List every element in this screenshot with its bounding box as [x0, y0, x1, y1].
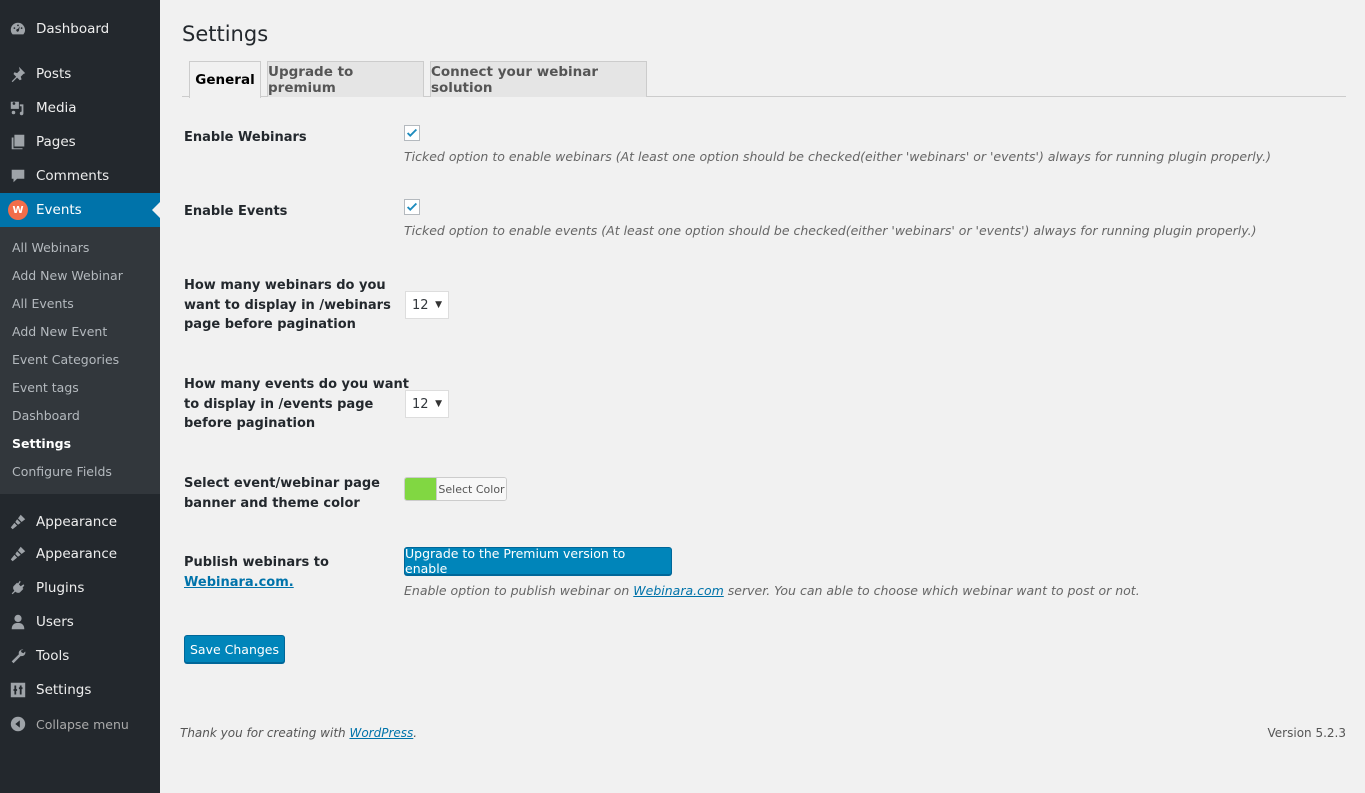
submenu-add-new-webinar[interactable]: Add New Webinar: [12, 268, 123, 283]
page-title: Settings: [182, 22, 269, 46]
submenu-configure-fields[interactable]: Configure Fields: [12, 464, 112, 479]
dropdown-caret-icon: ▼: [435, 399, 442, 409]
menu-item-tools[interactable]: Tools: [0, 639, 160, 673]
menu-item-events[interactable]: W Events: [0, 193, 160, 227]
webinara-description-link[interactable]: Webinara.com: [633, 583, 724, 598]
settings-tabs: General Upgrade to premium Connect your …: [182, 61, 1346, 98]
submenu-event-tags[interactable]: Event tags: [12, 380, 79, 395]
admin-sidebar: Dashboard Posts Media Pages Comments W E…: [0, 0, 160, 793]
comment-icon: [0, 159, 36, 193]
events-logo-icon: W: [0, 193, 36, 227]
enable-events-description: Ticked option to enable events (At least…: [404, 223, 1257, 238]
events-per-page-select[interactable]: 12 ▼: [405, 390, 449, 418]
dashboard-icon: [0, 12, 36, 46]
enable-events-label: Enable Events: [184, 204, 288, 219]
submenu-add-new-event[interactable]: Add New Event: [12, 324, 107, 339]
tab-upgrade-to-premium[interactable]: Upgrade to premium: [267, 61, 424, 97]
enable-webinars-checkbox[interactable]: [404, 125, 420, 141]
checkmark-icon: [406, 128, 418, 137]
submenu-settings[interactable]: Settings: [12, 436, 71, 451]
submenu-all-events[interactable]: All Events: [12, 296, 74, 311]
menu-item-posts[interactable]: Posts: [0, 57, 160, 91]
user-icon: [0, 605, 36, 639]
color-picker[interactable]: Select Color: [404, 477, 507, 501]
main-content: Settings General Upgrade to premium Conn…: [160, 0, 1365, 793]
enable-events-checkbox[interactable]: [404, 199, 420, 215]
wrench-icon: [0, 639, 36, 673]
menu-item-appearance[interactable]: Appearance: [0, 505, 160, 539]
events-per-page-label: How many events do you want to display i…: [184, 377, 409, 431]
theme-color-label: Select event/webinar page banner and the…: [184, 476, 380, 511]
tab-general[interactable]: General: [189, 61, 261, 98]
menu-item-plugins[interactable]: Plugins: [0, 571, 160, 605]
webinara-link[interactable]: Webinara.com.: [184, 575, 294, 590]
submenu-all-webinars[interactable]: All Webinars: [12, 240, 89, 255]
checkmark-icon: [406, 202, 418, 211]
media-icon: [0, 91, 36, 125]
paintbrush-icon: [0, 505, 36, 539]
menu-item-dashboard[interactable]: Dashboard: [0, 12, 160, 46]
menu-item-appearance-2[interactable]: Appearance: [0, 537, 160, 571]
menu-item-settings[interactable]: Settings: [0, 673, 160, 707]
collapse-menu-button[interactable]: Collapse menu: [0, 707, 160, 741]
submenu-dashboard[interactable]: Dashboard: [12, 408, 80, 423]
upgrade-premium-button[interactable]: Upgrade to the Premium version to enable: [404, 546, 672, 576]
save-changes-button[interactable]: Save Changes: [184, 635, 285, 663]
submenu-event-categories[interactable]: Event Categories: [12, 352, 119, 367]
current-menu-arrow: [152, 202, 160, 218]
enable-webinars-label: Enable Webinars: [184, 130, 307, 145]
enable-webinars-description: Ticked option to enable webinars (At lea…: [404, 149, 1271, 164]
tab-connect-webinar-solution[interactable]: Connect your webinar solution: [430, 61, 647, 97]
select-color-button[interactable]: Select Color: [436, 478, 506, 500]
webinars-per-page-select[interactable]: 12 ▼: [405, 291, 449, 319]
menu-item-users[interactable]: Users: [0, 605, 160, 639]
footer-version: Version 5.2.3: [1267, 726, 1346, 740]
events-submenu: All Webinars Add New Webinar All Events …: [0, 227, 160, 494]
publish-label: Publish webinars to Webinara.com.: [184, 555, 329, 590]
plugin-icon: [0, 571, 36, 605]
collapse-icon: [0, 707, 36, 741]
paintbrush-icon: [0, 537, 36, 571]
dropdown-caret-icon: ▼: [435, 300, 442, 310]
menu-item-pages[interactable]: Pages: [0, 125, 160, 159]
webinars-per-page-label: How many webinars do you want to display…: [184, 278, 391, 332]
settings-sliders-icon: [0, 673, 36, 707]
wordpress-link[interactable]: WordPress: [349, 726, 413, 740]
menu-item-comments[interactable]: Comments: [0, 159, 160, 193]
color-swatch[interactable]: [405, 478, 436, 500]
publish-description: Enable option to publish webinar on Webi…: [404, 583, 1140, 598]
pin-icon: [0, 57, 36, 91]
footer-thanks: Thank you for creating with WordPress.: [180, 726, 418, 740]
pages-icon: [0, 125, 36, 159]
menu-item-media[interactable]: Media: [0, 91, 160, 125]
